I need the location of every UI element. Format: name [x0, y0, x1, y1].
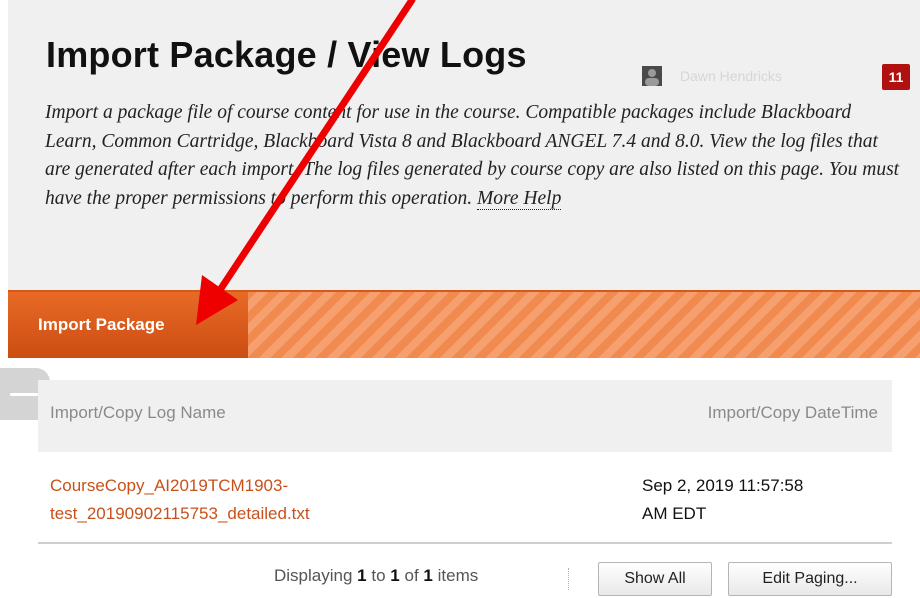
pager: Displaying 1 to 1 of 1 items Show All Ed… [38, 562, 892, 598]
page-title: Import Package / View Logs [46, 34, 527, 75]
paging-of-word: of [404, 566, 419, 585]
import-package-button[interactable]: Import Package [8, 292, 248, 358]
page-description-text: Import a package file of course content … [45, 102, 900, 209]
more-help-link[interactable]: More Help [477, 187, 562, 210]
log-datetime-line1: Sep 2, 2019 11:57:58 [642, 476, 804, 495]
column-header-log-name[interactable]: Import/Copy Log Name [50, 403, 226, 423]
paging-to: 1 [390, 566, 400, 585]
paging-prefix: Displaying [274, 566, 353, 585]
table-header: Import/Copy Log Name Import/Copy DateTim… [38, 380, 892, 452]
log-datetime-line2: AM EDT [642, 504, 707, 523]
notification-badge[interactable]: 11 [882, 64, 910, 90]
show-all-button[interactable]: Show All [598, 562, 712, 596]
paging-total: 1 [423, 566, 433, 585]
paging-from: 1 [357, 566, 367, 585]
user-name[interactable]: Dawn Hendricks [680, 68, 782, 84]
column-header-datetime[interactable]: Import/Copy DateTime [708, 403, 878, 423]
avatar-icon[interactable] [642, 66, 662, 86]
collapse-dash-icon [10, 393, 38, 396]
paging-suffix: items [437, 566, 479, 585]
log-file-link-line1[interactable]: CourseCopy_AI2019TCM1903- [50, 472, 470, 500]
page-header-panel: Import Package / View Logs Dawn Hendrick… [8, 0, 920, 290]
paging-status: Displaying 1 to 1 of 1 items [274, 566, 478, 586]
paging-to-word: to [371, 566, 386, 585]
log-file-link-line2[interactable]: test_20190902115753_detailed.txt [50, 500, 470, 528]
edit-paging-button[interactable]: Edit Paging... [728, 562, 892, 596]
action-bar: Import Package [8, 290, 920, 358]
table-row: CourseCopy_AI2019TCM1903- test_201909021… [38, 452, 892, 544]
log-file-link[interactable]: CourseCopy_AI2019TCM1903- test_201909021… [50, 472, 470, 528]
page-description: Import a package file of course content … [45, 99, 905, 213]
log-datetime: Sep 2, 2019 11:57:58 AM EDT [642, 472, 882, 528]
pager-divider [568, 568, 570, 590]
